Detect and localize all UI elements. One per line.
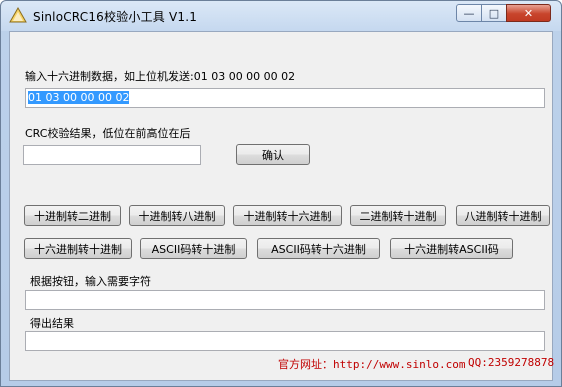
hex-input-value: 01 03 00 00 00 02 <box>28 91 130 104</box>
app-window: SinloCRC16校验小工具 V1.1 — □ ✕ 输入十六进制数据，如上位机… <box>0 0 562 387</box>
ascii-to-dec-button[interactable]: ASCII码转十进制 <box>140 238 247 259</box>
output-label: 得出结果 <box>30 317 74 330</box>
hex-to-ascii-button[interactable]: 十六进制转ASCII码 <box>390 238 513 259</box>
close-button[interactable]: ✕ <box>506 4 551 22</box>
title-bar[interactable]: SinloCRC16校验小工具 V1.1 — □ ✕ <box>1 1 561 31</box>
client-area: 输入十六进制数据，如上位机发送:01 03 00 00 00 02 01 03 … <box>9 31 555 381</box>
maximize-button[interactable]: □ <box>481 4 507 22</box>
maximize-icon: □ <box>488 6 500 20</box>
char-input-field[interactable] <box>25 290 545 310</box>
app-logo-icon <box>9 7 27 23</box>
dec-to-bin-button[interactable]: 十进制转二进制 <box>24 205 121 226</box>
dec-to-hex-button[interactable]: 十进制转十六进制 <box>233 205 342 226</box>
minimize-icon: — <box>463 6 475 20</box>
output-field[interactable] <box>25 331 545 351</box>
hex-input-label: 输入十六进制数据，如上位机发送:01 03 00 00 00 02 <box>25 70 296 83</box>
confirm-button[interactable]: 确认 <box>236 144 310 165</box>
close-icon: ✕ <box>523 6 534 20</box>
ascii-to-hex-button[interactable]: ASCII码转十六进制 <box>257 238 380 259</box>
crc-result-field[interactable] <box>23 145 201 165</box>
oct-to-dec-button[interactable]: 八进制转十进制 <box>456 205 550 226</box>
dec-to-oct-button[interactable]: 十进制转八进制 <box>129 205 225 226</box>
website-link[interactable]: 官方网址：http://www.sinlo.com <box>278 356 465 372</box>
hex-input-field[interactable]: 01 03 00 00 00 02 <box>25 88 545 108</box>
minimize-button[interactable]: — <box>456 4 482 22</box>
hex-to-dec-button[interactable]: 十六进制转十进制 <box>24 238 132 259</box>
window-title: SinloCRC16校验小工具 V1.1 <box>33 10 198 24</box>
qq-contact: QQ:2359278878 <box>468 356 555 369</box>
crc-result-label: CRC校验结果，低位在前高位在后 <box>25 127 191 140</box>
bin-to-dec-button[interactable]: 二进制转十进制 <box>350 205 446 226</box>
char-input-label: 根据按钮，输入需要字符 <box>30 275 151 288</box>
